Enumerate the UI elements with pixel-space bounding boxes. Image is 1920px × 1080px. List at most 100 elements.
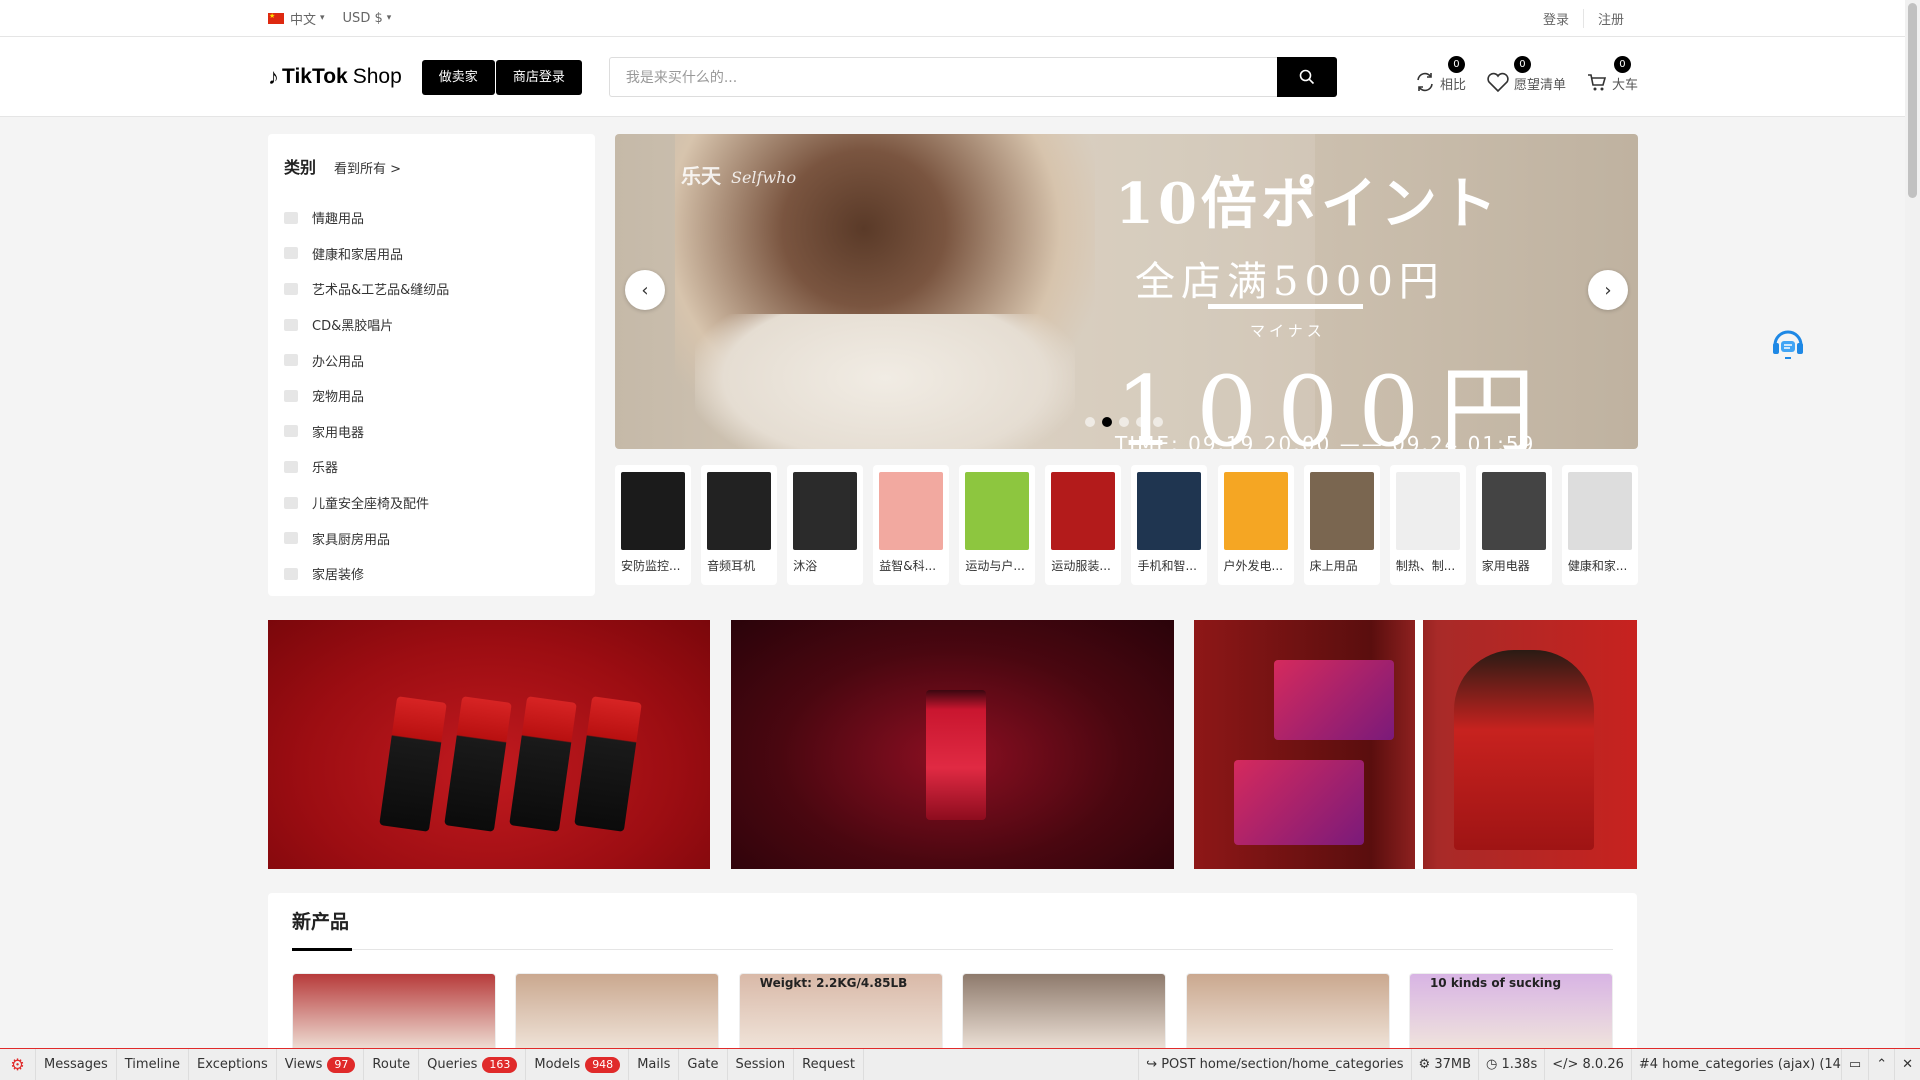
category-icon bbox=[284, 496, 298, 509]
category-thumb[interactable]: 音频耳机 bbox=[701, 465, 778, 585]
category-thumb-image bbox=[1137, 472, 1202, 550]
debug-tab-label: Session bbox=[735, 1057, 786, 1072]
category-thumb[interactable]: 健康和家... bbox=[1561, 465, 1638, 585]
product-image bbox=[516, 974, 719, 1053]
category-label: 情趣用品 bbox=[312, 212, 365, 228]
header: ♪ TikTok Shop 做卖家 商店登录 我是来买什么的... 0 相比 0… bbox=[0, 37, 1905, 117]
debug-tab[interactable]: Models 948 bbox=[526, 1049, 630, 1080]
page-scrollbar[interactable] bbox=[1905, 0, 1920, 1048]
debug-tab[interactable]: Views 97 bbox=[277, 1049, 365, 1080]
login-link[interactable]: 登录 bbox=[1529, 9, 1583, 28]
perfume-bottle-image bbox=[926, 690, 986, 820]
category-thumb-label: 手机和智... bbox=[1137, 559, 1197, 573]
request-select[interactable]: #4 home_categories (ajax) (14: ▾ bbox=[1630, 1049, 1841, 1080]
product-card[interactable] bbox=[515, 973, 720, 1053]
see-all-link[interactable]: 看到所有 > bbox=[334, 158, 401, 177]
search-button[interactable] bbox=[1276, 57, 1337, 97]
category-item[interactable]: 宠物用品 bbox=[284, 378, 579, 414]
currency-selector[interactable]: USD $ ▾ bbox=[343, 11, 392, 26]
logo-text: TikTok bbox=[282, 65, 348, 88]
product-card[interactable]: Weigkt: 2.2KG/4.85LB bbox=[738, 973, 943, 1053]
category-item[interactable]: 家用电器 bbox=[284, 414, 579, 450]
time-info: ◷ 1.38s bbox=[1478, 1049, 1544, 1080]
category-thumb-image bbox=[1051, 472, 1116, 550]
debug-tab[interactable]: Session bbox=[728, 1049, 795, 1080]
close-icon[interactable]: ✕ bbox=[1894, 1049, 1920, 1080]
category-item[interactable]: 健康和家居用品 bbox=[284, 236, 579, 272]
debug-tab[interactable]: Timeline bbox=[117, 1049, 190, 1080]
slider-next-button[interactable]: › bbox=[1588, 270, 1628, 310]
category-thumbs: 安防监控... 音频耳机 沐浴 益智&科... 运动与户... 运动服装... 手机和智..… bbox=[615, 465, 1638, 585]
category-thumb[interactable]: 运动与户... bbox=[959, 465, 1036, 585]
category-icon bbox=[284, 247, 298, 260]
register-link[interactable]: 注册 bbox=[1582, 8, 1638, 28]
debug-tab[interactable]: Request bbox=[794, 1049, 864, 1080]
perfume-banner[interactable] bbox=[731, 620, 1174, 869]
category-thumb-image bbox=[707, 472, 772, 550]
handbag-banner[interactable] bbox=[1194, 620, 1637, 869]
category-thumb[interactable]: 制热、制... bbox=[1389, 465, 1466, 585]
category-thumb-label: 户外发电... bbox=[1223, 559, 1283, 573]
compare-link[interactable]: 0 相比 bbox=[1414, 55, 1466, 93]
minimize-icon[interactable]: ⌃ bbox=[1868, 1049, 1894, 1080]
category-thumb[interactable]: 益智&科... bbox=[873, 465, 950, 585]
category-item[interactable]: 办公用品 bbox=[284, 342, 579, 378]
customer-support-button[interactable] bbox=[1769, 325, 1807, 363]
slider-dot[interactable] bbox=[1119, 417, 1129, 427]
category-label: 家用电器 bbox=[312, 425, 365, 441]
category-icon bbox=[284, 354, 298, 367]
category-thumb-label: 制热、制... bbox=[1395, 559, 1456, 573]
category-thumb[interactable]: 运动服装... bbox=[1045, 465, 1122, 585]
cart-link[interactable]: 0 大车 bbox=[1586, 55, 1638, 93]
hero-slider[interactable]: 乐天 Selfwho 10倍ポイント 全店满5000円 マイナス 1000円 TI… bbox=[615, 134, 1638, 449]
tiktok-shop-logo[interactable]: ♪ TikTok Shop bbox=[268, 64, 402, 90]
category-thumb[interactable]: 沐浴 bbox=[787, 465, 864, 585]
search-input[interactable]: 我是来买什么的... bbox=[608, 57, 1277, 97]
search-bar: 我是来买什么的... bbox=[608, 57, 1337, 97]
category-item[interactable]: 情趣用品 bbox=[284, 200, 579, 236]
debug-tab[interactable]: Exceptions bbox=[189, 1049, 277, 1080]
category-thumb[interactable]: 家用电器 bbox=[1475, 465, 1552, 585]
become-seller-button[interactable]: 做卖家 bbox=[421, 59, 495, 95]
debug-tab[interactable]: Gate bbox=[679, 1049, 728, 1080]
slider-dot[interactable] bbox=[1085, 417, 1095, 427]
debug-tab-label: Models bbox=[534, 1057, 581, 1072]
lipstick-banner[interactable] bbox=[268, 620, 710, 869]
scrollbar-thumb[interactable] bbox=[1908, 3, 1917, 198]
debugbar-logo-icon[interactable]: ⚙ bbox=[0, 1049, 36, 1080]
slider-dot[interactable] bbox=[1153, 417, 1163, 427]
category-icon bbox=[284, 282, 298, 295]
slider-prev-button[interactable]: ‹ bbox=[625, 270, 665, 310]
new-products-title: 新产品 bbox=[292, 911, 350, 933]
debug-tab[interactable]: Messages bbox=[36, 1049, 117, 1080]
product-card[interactable] bbox=[1185, 973, 1390, 1053]
category-item[interactable]: CD&黑胶唱片 bbox=[284, 307, 579, 343]
store-login-button[interactable]: 商店登录 bbox=[495, 59, 582, 95]
category-item[interactable]: 儿童安全座椅及配件 bbox=[284, 485, 579, 521]
open-folder-icon[interactable]: ▭ bbox=[1840, 1049, 1868, 1080]
wishlist-link[interactable]: 0 愿望清单 bbox=[1486, 55, 1566, 93]
category-thumb[interactable]: 户外发电... bbox=[1217, 465, 1294, 585]
product-card[interactable] bbox=[962, 973, 1167, 1053]
debug-tab[interactable]: Mails bbox=[629, 1049, 680, 1080]
slider-dot[interactable] bbox=[1102, 417, 1112, 427]
category-thumb[interactable]: 手机和智... bbox=[1131, 465, 1208, 585]
lipstick-image bbox=[509, 696, 577, 832]
language-selector[interactable]: 中文 ▾ bbox=[268, 9, 325, 28]
product-image-caption: Weigkt: 2.2KG/4.85LB bbox=[759, 976, 908, 990]
category-thumb-image bbox=[1567, 472, 1632, 550]
category-item[interactable]: 家具厨房用品 bbox=[284, 520, 579, 556]
category-item[interactable]: 家居装修 bbox=[284, 556, 579, 592]
category-thumb[interactable]: 床上用品 bbox=[1303, 465, 1380, 585]
category-item[interactable]: 乐器 bbox=[284, 449, 579, 485]
debug-tab[interactable]: Route bbox=[364, 1049, 420, 1080]
category-thumb[interactable]: 安防监控... bbox=[615, 465, 691, 585]
category-thumb-label: 健康和家... bbox=[1567, 559, 1628, 573]
debug-tab[interactable]: Queries 163 bbox=[419, 1049, 527, 1080]
route-info[interactable]: ↪ POST home/section/home_categories bbox=[1138, 1049, 1410, 1080]
product-card[interactable]: 10 kinds of sucking bbox=[1408, 973, 1613, 1053]
category-item[interactable]: 艺术品&工艺品&缝纫品 bbox=[284, 271, 579, 307]
product-card[interactable] bbox=[292, 973, 496, 1053]
category-thumb-image bbox=[965, 472, 1030, 550]
slider-dot[interactable] bbox=[1136, 417, 1146, 427]
